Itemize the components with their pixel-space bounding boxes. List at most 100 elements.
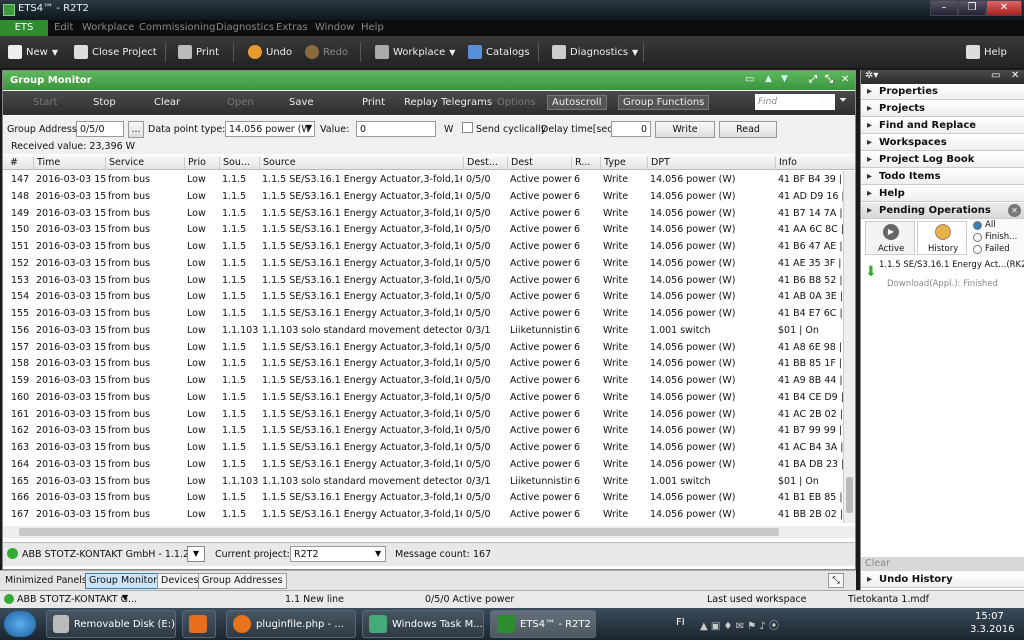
table-row[interactable]: 147 2016-03-03 15:0from bus Low 1.1.5 1.1.5 … <box>3 171 843 188</box>
diagnostics-button[interactable]: Diagnostics ▼ <box>552 44 638 60</box>
pending-operation[interactable]: 1.1.5 SE/S3.16.1 Energy Act...(RK2) <box>879 260 1024 270</box>
sidebar-item-log-book[interactable]: Project Log Book <box>861 152 1024 168</box>
expand-icon[interactable]: ⤡ <box>828 573 844 588</box>
search-icon[interactable]: ⌕ <box>820 95 826 106</box>
options-button[interactable]: Options <box>497 97 536 108</box>
tab-history-ops[interactable]: History <box>917 221 967 255</box>
panel-close-icon[interactable]: ✕ <box>841 74 849 85</box>
table-row[interactable]: 151 2016-03-03 15:0from bus Low 1.1.5 1.1.5 … <box>3 238 843 255</box>
tab-group-monitor[interactable]: Group Monitor <box>85 573 162 589</box>
workplace-button[interactable]: Workplace ▼ <box>375 44 455 60</box>
col-source[interactable]: Source <box>259 157 296 170</box>
sidebar-item-workspaces[interactable]: Workspaces <box>861 135 1024 151</box>
sidebar-item-find-replace[interactable]: Find and Replace <box>861 118 1024 134</box>
value-input[interactable]: 0 <box>356 121 436 137</box>
language-indicator[interactable]: FI <box>676 617 685 628</box>
project-select[interactable]: R2T2 <box>290 546 386 562</box>
table-row[interactable]: 155 2016-03-03 15:0from bus Low 1.1.5 1.1.5 … <box>3 305 843 322</box>
sidebar-item-pending[interactable]: Pending Operations <box>861 203 1024 219</box>
col-source-address[interactable]: Sou... <box>219 157 250 170</box>
replay-telegrams-button[interactable]: Replay Telegrams <box>404 97 492 108</box>
menu-commissioning[interactable]: Commissioning <box>139 22 215 33</box>
table-row[interactable]: 159 2016-03-03 15:0from bus Low 1.1.5 1.1.5 … <box>3 372 843 389</box>
radio-failed[interactable] <box>973 245 982 254</box>
print-log-button[interactable]: Print <box>362 97 385 108</box>
sidebar-item-undo-history[interactable]: Undo History <box>861 572 1024 588</box>
menu-ets[interactable]: ETS <box>0 20 48 36</box>
table-row[interactable]: 153 2016-03-03 15:0from bus Low 1.1.5 1.1.5 … <box>3 272 843 289</box>
dock-icon[interactable]: ▭ <box>991 70 1000 81</box>
sidebar-item-projects[interactable]: Projects <box>861 101 1024 117</box>
col-time[interactable]: Time <box>33 157 60 170</box>
tray-icons[interactable]: ▲ ▣ ♦ ✉ ⚑ ♪ ⦿ <box>700 617 779 632</box>
tab-active-ops[interactable]: ▶ Active <box>865 221 915 255</box>
panel-down-icon[interactable]: ▼ <box>781 74 788 84</box>
group-functions-toggle[interactable]: Group Functions <box>618 95 710 110</box>
task-removable-disk[interactable]: Removable Disk (E:) <box>46 610 176 638</box>
table-row[interactable]: 150 2016-03-03 15:0from bus Low 1.1.5 1.1.5 … <box>3 221 843 238</box>
table-row[interactable]: 162 2016-03-03 15:0from bus Low 1.1.5 1.1.5 … <box>3 422 843 439</box>
minimize-button[interactable]: – <box>930 0 958 16</box>
task-firefox[interactable]: pluginfile.php - ... <box>226 610 356 638</box>
col-dest[interactable]: Dest <box>507 157 533 170</box>
sidebar-item-properties[interactable]: Properties <box>861 84 1024 100</box>
start-button[interactable]: Start <box>33 97 57 108</box>
help-button[interactable]: Help <box>966 44 1007 60</box>
horizontal-scrollbar[interactable] <box>3 526 855 538</box>
catalogs-button[interactable]: Catalogs <box>468 44 530 60</box>
save-button[interactable]: Save <box>289 97 314 108</box>
hscroll-thumb[interactable] <box>19 528 779 536</box>
undo-button[interactable]: Undo <box>248 44 292 60</box>
menu-help[interactable]: Help <box>361 22 384 33</box>
send-cyclically-checkbox[interactable] <box>462 122 473 133</box>
panel-restore-icon[interactable]: ▭ <box>745 74 754 85</box>
clear-history-button[interactable]: Clear <box>861 557 1024 571</box>
table-row[interactable]: 160 2016-03-03 15:0from bus Low 1.1.5 1.1.5 … <box>3 389 843 406</box>
task-media-player[interactable] <box>182 610 216 638</box>
tab-group-addresses[interactable]: Group Addresses <box>198 573 287 589</box>
stop-button[interactable]: Stop <box>93 97 116 108</box>
col-service[interactable]: Service <box>105 157 144 170</box>
start-orb-icon[interactable] <box>4 611 36 637</box>
redo-button[interactable]: Redo <box>305 44 348 60</box>
sidebar-item-help[interactable]: Help <box>861 186 1024 202</box>
status-dropdown-icon[interactable]: ▼ <box>122 593 128 602</box>
table-row[interactable]: 152 2016-03-03 15:0from bus Low 1.1.5 1.1.5 … <box>3 255 843 272</box>
clock-time[interactable]: 15:07 <box>975 611 1004 622</box>
table-row[interactable]: 148 2016-03-03 15:0from bus Low 1.1.5 1.1.5 … <box>3 188 843 205</box>
table-row[interactable]: 161 2016-03-03 15:0from bus Low 1.1.5 1.1.5 … <box>3 406 843 423</box>
panel-up-icon[interactable]: ▲ <box>765 74 772 84</box>
close-window-button[interactable]: ✕ <box>986 0 1022 16</box>
maximize-button[interactable]: ❐ <box>958 0 986 16</box>
group-address-input[interactable]: 0/5/0 <box>76 121 124 137</box>
table-row[interactable]: 167 2016-03-03 15:0from bus Low 1.1.5 1.1.5 … <box>3 506 843 523</box>
menu-edit[interactable]: Edit <box>54 22 73 33</box>
clock-date[interactable]: 3.3.2016 <box>970 624 1015 635</box>
menu-diagnostics[interactable]: Diagnostics <box>216 22 274 33</box>
sidebar-item-todo[interactable]: Todo Items <box>861 169 1024 185</box>
table-row[interactable]: 165 2016-03-03 15:0from bus Low 1.1.1031.1.… <box>3 473 843 490</box>
new-button[interactable]: New ▼ <box>8 44 58 60</box>
vertical-scrollbar[interactable] <box>843 171 855 523</box>
dpt-select[interactable]: 14.056 power (W <box>225 121 315 137</box>
sidebar-close-icon[interactable]: ✕ <box>1011 70 1019 81</box>
menu-extras[interactable]: Extras <box>276 22 308 33</box>
table-row[interactable]: 164 2016-03-03 15:0from bus Low 1.1.5 1.1.5 … <box>3 456 843 473</box>
scroll-thumb[interactable] <box>846 477 853 513</box>
close-project-button[interactable]: Close Project <box>74 44 157 60</box>
menu-window[interactable]: Window <box>315 22 354 33</box>
task-ets4[interactable]: ETS4™ - R2T2 <box>490 610 596 638</box>
filter-icon[interactable]: ⏷ <box>839 95 847 106</box>
gear-icon[interactable]: ✲▾ <box>865 70 878 81</box>
panel-maximize-icon[interactable]: ⤡ <box>825 74 833 85</box>
col-dpt[interactable]: DPT <box>647 157 670 170</box>
interface-dropdown[interactable]: ▼ <box>187 546 205 562</box>
table-row[interactable]: 158 2016-03-03 15:0from bus Low 1.1.5 1.1.5 … <box>3 355 843 372</box>
read-button[interactable]: Read <box>719 121 777 138</box>
col-dest-address[interactable]: Dest... <box>463 157 498 170</box>
task-task-manager[interactable]: Windows Task M... <box>362 610 484 638</box>
delay-input[interactable]: 0 <box>611 121 651 137</box>
col-info[interactable]: Info <box>775 157 797 170</box>
autoscroll-toggle[interactable]: Autoscroll <box>547 95 607 110</box>
panel-float-icon[interactable]: ⤢ <box>809 74 817 85</box>
